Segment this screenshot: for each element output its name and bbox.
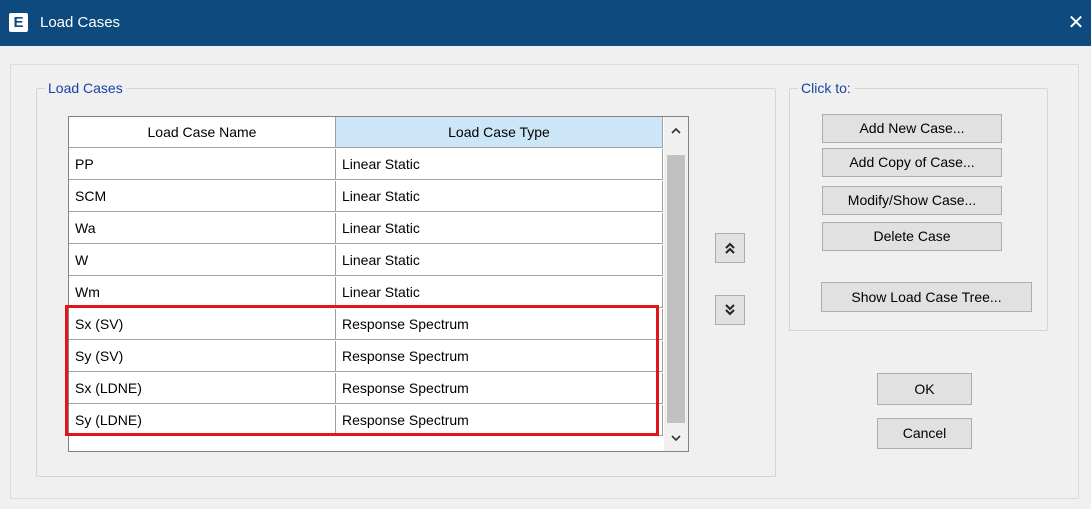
case-name-cell[interactable]: Sy (SV) <box>69 341 336 372</box>
case-name-cell[interactable]: Sx (LDNE) <box>69 373 336 404</box>
case-name-cell[interactable]: W <box>69 245 336 276</box>
modify-show-case-button[interactable]: Modify/Show Case... <box>822 186 1002 215</box>
show-load-case-tree-button[interactable]: Show Load Case Tree... <box>821 282 1032 312</box>
ok-button[interactable]: OK <box>877 373 972 405</box>
load-cases-table[interactable]: Load Case Name Load Case Type PP Linear … <box>68 116 689 452</box>
move-up-button[interactable] <box>715 233 745 263</box>
case-type-cell[interactable]: Response Spectrum <box>336 309 663 340</box>
cancel-button[interactable]: Cancel <box>877 418 972 449</box>
app-icon: E <box>9 13 28 32</box>
case-name-cell[interactable]: Wm <box>69 277 336 308</box>
add-new-case-button[interactable]: Add New Case... <box>822 114 1002 143</box>
case-type-cell[interactable]: Response Spectrum <box>336 341 663 372</box>
case-type-cell[interactable]: Linear Static <box>336 277 663 308</box>
case-type-cell[interactable]: Linear Static <box>336 181 663 212</box>
title-bar: E Load Cases ✕ <box>0 0 1091 46</box>
scroll-thumb[interactable] <box>667 155 685 423</box>
case-name-cell[interactable]: Wa <box>69 213 336 244</box>
move-down-button[interactable] <box>715 295 745 325</box>
case-type-cell[interactable]: Linear Static <box>336 245 663 276</box>
case-type-cell[interactable]: Linear Static <box>336 149 663 180</box>
case-name-cell[interactable]: SCM <box>69 181 336 212</box>
double-chevron-up-icon <box>725 242 735 254</box>
case-type-cell[interactable]: Response Spectrum <box>336 405 663 436</box>
double-chevron-down-icon <box>725 304 735 316</box>
table-scrollbar[interactable] <box>664 117 688 451</box>
click-to-group-label: Click to: <box>798 80 854 96</box>
case-name-cell[interactable]: PP <box>69 149 336 180</box>
close-icon[interactable]: ✕ <box>1061 0 1091 46</box>
case-name-cell[interactable]: Sx (SV) <box>69 309 336 340</box>
scroll-down-icon[interactable] <box>664 427 688 449</box>
column-header-name[interactable]: Load Case Name <box>69 117 336 148</box>
case-name-cell[interactable]: Sy (LDNE) <box>69 405 336 436</box>
scroll-up-icon[interactable] <box>664 119 688 141</box>
delete-case-button[interactable]: Delete Case <box>822 222 1002 251</box>
column-header-type[interactable]: Load Case Type <box>336 117 663 148</box>
case-type-cell[interactable]: Response Spectrum <box>336 373 663 404</box>
case-type-cell[interactable]: Linear Static <box>336 213 663 244</box>
load-cases-group-label: Load Cases <box>45 80 126 96</box>
window-title: Load Cases <box>40 14 121 31</box>
add-copy-of-case-button[interactable]: Add Copy of Case... <box>822 148 1002 177</box>
